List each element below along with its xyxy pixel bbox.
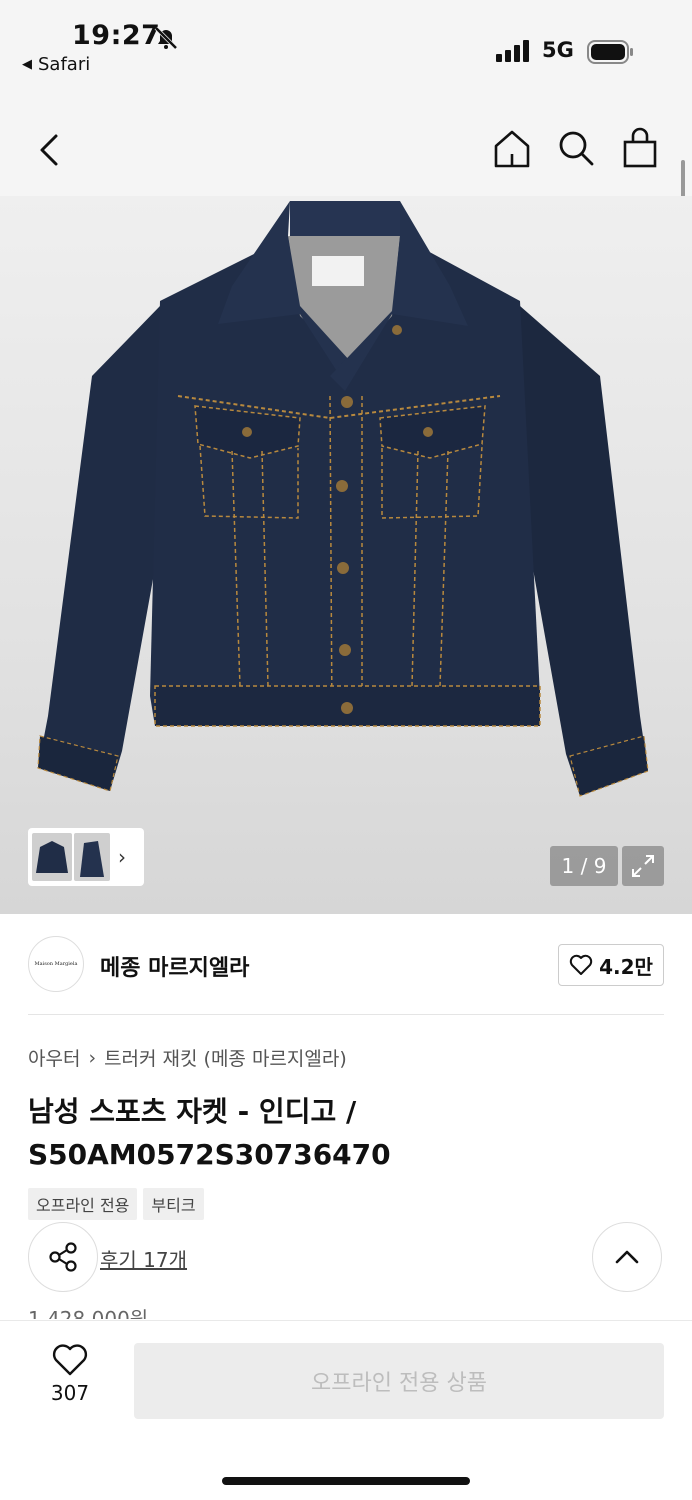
bottom-action-bar: 307 오프라인 전용 상품 (0, 1320, 692, 1500)
price-partial: 1,428,000원 (28, 1307, 149, 1319)
brand-like-count: 4.2만 (599, 954, 653, 979)
product-image-gallery[interactable]: › 1 / 9 (0, 196, 692, 914)
tag-offline-only: 오프라인 전용 (28, 1188, 138, 1220)
back-app-label: Safari (38, 54, 91, 75)
thumbnail-next-icon[interactable]: › (118, 845, 126, 869)
breadcrumb-separator-icon: › (88, 1046, 97, 1069)
top-area: 19:27 ◀ Safari 5G (0, 0, 692, 196)
wishlist-count: 307 (50, 1381, 90, 1405)
product-image-jacket (37, 201, 649, 797)
offline-only-button[interactable]: 오프라인 전용 상품 (134, 1343, 664, 1419)
status-time: 19:27 (72, 20, 161, 51)
breadcrumb: 아우터 › 트러커 재킷 (메종 마르지엘라) (28, 1044, 347, 1071)
scroll-to-top-button[interactable] (592, 1222, 662, 1292)
expand-image-button[interactable] (622, 846, 664, 886)
divider (28, 1014, 664, 1015)
heart-icon (569, 954, 593, 975)
brand-like-button[interactable]: 4.2만 (558, 944, 664, 986)
shopping-bag-icon[interactable] (620, 126, 660, 170)
brand-logo[interactable]: Maison Margiela (28, 936, 84, 992)
tag-boutique: 부티크 (143, 1188, 204, 1220)
back-arrow-icon[interactable] (32, 128, 68, 172)
search-icon[interactable] (556, 128, 596, 170)
expand-icon (632, 855, 654, 877)
product-title: 남성 스포츠 자켓 - 인디고 / S50AM0572S30736470 (28, 1095, 391, 1171)
bell-off-icon (154, 26, 178, 50)
product-tags: 오프라인 전용 부티크 (28, 1188, 204, 1220)
brand-logo-text: Maison Margiela (34, 961, 78, 967)
share-icon (49, 1242, 77, 1272)
heart-icon (52, 1344, 88, 1376)
home-icon[interactable] (492, 128, 532, 170)
share-button[interactable] (28, 1222, 98, 1292)
network-label: 5G (542, 38, 574, 62)
home-indicator[interactable] (222, 1477, 470, 1485)
brand-row[interactable]: Maison Margiela 메종 마르지엘라 4.2만 (28, 936, 664, 996)
brand-name[interactable]: 메종 마르지엘라 (100, 950, 249, 982)
thumbnail-2[interactable] (74, 833, 110, 881)
review-link[interactable]: 후기 17개 (100, 1244, 187, 1273)
image-page-counter: 1 / 9 (550, 846, 618, 886)
signal-icon (496, 40, 529, 62)
wishlist-button[interactable]: 307 (28, 1343, 112, 1423)
battery-icon (587, 40, 633, 64)
chevron-up-icon (615, 1250, 639, 1264)
back-to-safari[interactable]: ◀ Safari (22, 54, 90, 75)
back-triangle-icon: ◀ (22, 57, 32, 72)
thumbnail-strip[interactable]: › (28, 828, 144, 886)
thumbnail-1[interactable] (32, 833, 72, 881)
breadcrumb-subcategory[interactable]: 트러커 재킷 (메종 마르지엘라) (104, 1044, 347, 1071)
breadcrumb-category[interactable]: 아우터 (28, 1044, 80, 1071)
